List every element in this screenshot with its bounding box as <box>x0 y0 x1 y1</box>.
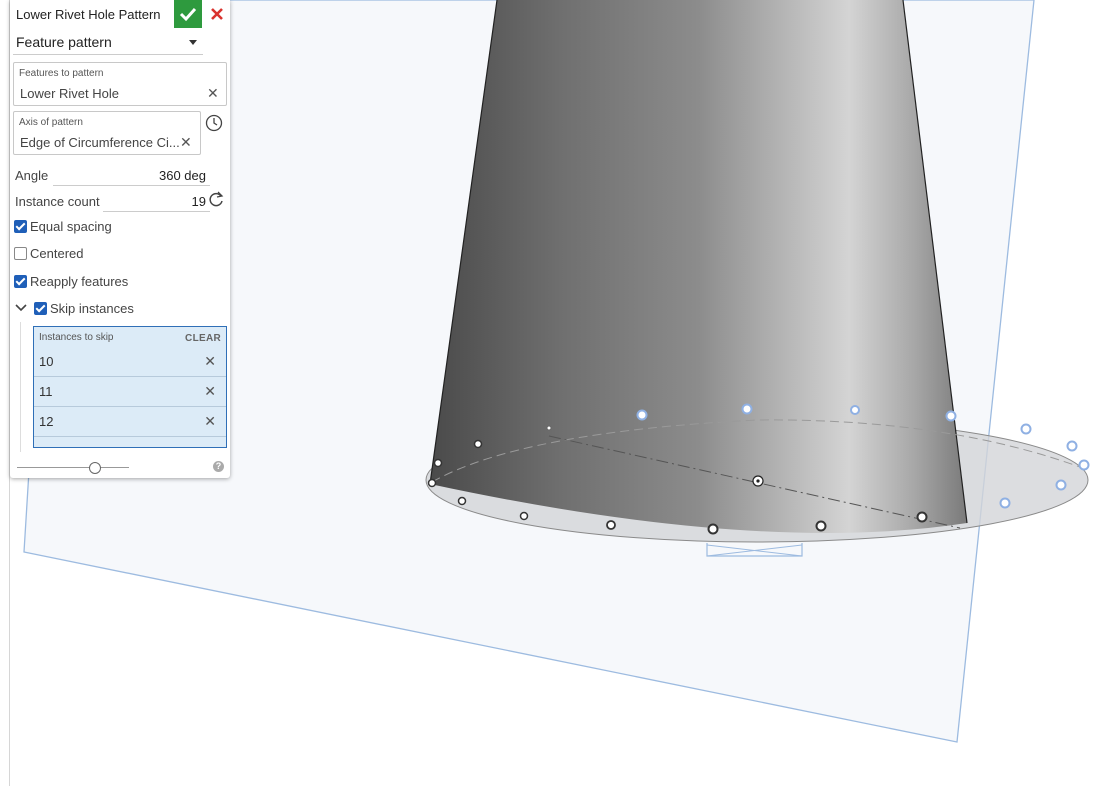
close-icon <box>211 8 223 20</box>
skip-instances-check[interactable] <box>34 302 47 315</box>
instance-point-hidden <box>1078 459 1090 471</box>
instance-count-underline <box>103 211 210 212</box>
skip-item[interactable]: 10 ✕ <box>34 346 226 377</box>
instance-point <box>606 520 616 530</box>
centered-check[interactable] <box>14 247 27 260</box>
section-guide-line <box>20 322 21 452</box>
instance-point <box>707 523 719 535</box>
remove-skip-item-icon[interactable]: ✕ <box>204 413 216 430</box>
accept-button[interactable] <box>174 0 202 28</box>
skip-item-value: 12 <box>39 414 54 429</box>
dialog-title[interactable]: Lower Rivet Hole Pattern <box>16 7 161 22</box>
features-to-pattern-label: Features to pattern <box>19 68 104 79</box>
instance-point-hidden <box>1066 440 1078 452</box>
reapply-features-checkbox[interactable]: Reapply features <box>14 274 154 290</box>
instance-point-hidden <box>999 497 1011 509</box>
reapply-features-label: Reapply features <box>30 274 129 289</box>
remove-axis-icon[interactable]: ✕ <box>180 134 192 151</box>
instances-to-skip-list[interactable]: Instances to skip CLEAR 10 ✕ 11 ✕ 12 ✕ <box>33 326 227 448</box>
caret-down-icon <box>189 40 197 45</box>
instance-point-hidden <box>945 410 957 422</box>
instance-point-hidden <box>1055 479 1067 491</box>
remove-skip-item-icon[interactable]: ✕ <box>204 383 216 400</box>
centered-label: Centered <box>30 246 84 261</box>
instances-to-skip-label: Instances to skip <box>39 332 114 343</box>
instance-count-label: Instance count <box>15 194 100 209</box>
equal-spacing-check[interactable] <box>14 220 27 233</box>
center-point-dot <box>756 479 760 483</box>
slider-track <box>17 467 129 468</box>
pattern-type-select[interactable]: Feature pattern <box>13 30 203 55</box>
skip-item[interactable]: 12 ✕ <box>34 406 226 437</box>
angle-label: Angle <box>15 168 49 183</box>
help-icon[interactable]: ? <box>213 461 224 472</box>
remove-skip-item-icon[interactable]: ✕ <box>204 353 216 370</box>
centered-checkbox[interactable]: Centered <box>14 246 134 262</box>
instance-point-hidden <box>1020 423 1032 435</box>
instance-point-hidden <box>741 403 753 415</box>
instance-count-row: Instance count 19 <box>15 192 210 212</box>
instance-point <box>815 520 827 532</box>
reapply-features-check[interactable] <box>14 275 27 288</box>
instance-point <box>433 458 443 468</box>
instance-point <box>457 496 467 506</box>
features-to-pattern-field[interactable]: Features to pattern Lower Rivet Hole ✕ <box>13 62 227 106</box>
instance-point-hidden <box>850 405 860 415</box>
instance-point <box>916 511 928 523</box>
chevron-down-icon[interactable] <box>15 303 27 313</box>
slider-knob[interactable] <box>89 462 101 474</box>
cone-body[interactable] <box>430 0 967 533</box>
remove-feature-icon[interactable]: ✕ <box>207 85 219 102</box>
skip-item-value: 11 <box>39 384 53 399</box>
angle-underline <box>53 185 210 186</box>
angle-row: Angle 360 deg <box>15 166 210 186</box>
skip-item-value: 10 <box>39 354 54 369</box>
clear-button[interactable]: CLEAR <box>185 333 221 344</box>
axis-point <box>546 425 552 431</box>
instance-point <box>519 511 529 521</box>
pattern-type-value: Feature pattern <box>16 34 112 50</box>
instance-point-hidden <box>636 409 648 421</box>
skip-instances-checkbox[interactable]: Skip instances <box>34 301 164 317</box>
equal-spacing-label: Equal spacing <box>30 219 112 234</box>
clock-icon[interactable] <box>205 114 223 132</box>
axis-of-pattern-label: Axis of pattern <box>19 117 83 128</box>
angle-input[interactable]: 360 deg <box>159 168 206 183</box>
instance-point <box>427 478 437 488</box>
feature-pattern-dialog: Lower Rivet Hole Pattern Feature pattern… <box>10 0 230 478</box>
dialog-header: Lower Rivet Hole Pattern <box>10 0 230 28</box>
axis-of-pattern-value: Edge of Circumference Ci... <box>20 135 180 150</box>
instance-point <box>473 439 483 449</box>
axis-of-pattern-field[interactable]: Axis of pattern Edge of Circumference Ci… <box>13 111 201 155</box>
refresh-icon[interactable] <box>207 190 225 208</box>
transparency-slider[interactable] <box>17 462 129 474</box>
instance-count-input[interactable]: 19 <box>192 194 206 209</box>
skip-item[interactable]: 11 ✕ <box>34 376 226 407</box>
features-to-pattern-value: Lower Rivet Hole <box>20 86 119 101</box>
check-icon <box>179 7 197 22</box>
skip-instances-label: Skip instances <box>50 301 134 316</box>
equal-spacing-checkbox[interactable]: Equal spacing <box>14 219 134 235</box>
cancel-button[interactable] <box>204 0 230 28</box>
